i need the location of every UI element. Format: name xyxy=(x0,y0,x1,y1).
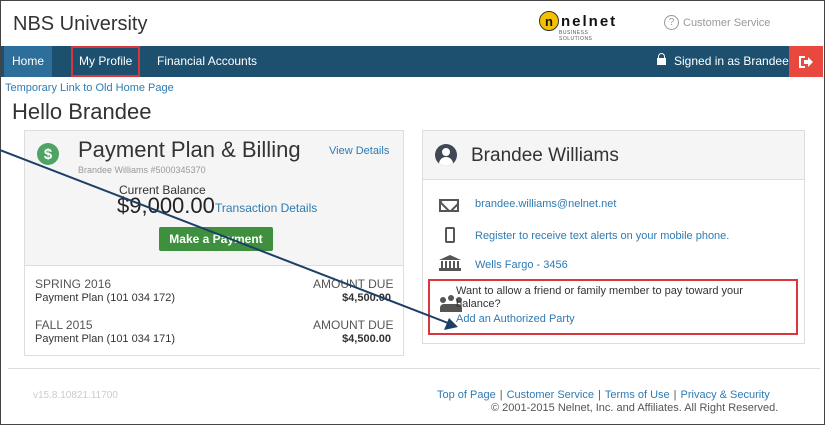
user-icon xyxy=(435,144,457,166)
version-number: v15.8.10821.11700 xyxy=(33,390,118,401)
navbar: Home My Profile Financial Accounts Signe… xyxy=(1,46,823,77)
profile-card: Brandee Williams brandee.williams@nelnet… xyxy=(422,130,805,344)
help-icon: ? xyxy=(664,15,679,30)
payment-plan-link[interactable]: Payment Plan (101 034 171) xyxy=(35,333,175,345)
payment-plan-card: $ Payment Plan & Billing Brandee William… xyxy=(24,130,404,356)
add-authorized-party-link[interactable]: Add an Authorized Party xyxy=(456,313,575,325)
page-title: Hello Brandee xyxy=(12,99,152,124)
sign-out-button[interactable] xyxy=(789,46,823,77)
footer-link-top[interactable]: Top of Page xyxy=(437,389,496,401)
profile-name: Brandee Williams xyxy=(471,145,619,166)
mobile-phone-icon xyxy=(445,227,455,243)
current-balance: $9,000.00 xyxy=(117,193,215,218)
header: NBS University n nelnet BUSINESS SOLUTIO… xyxy=(1,1,824,45)
authorized-party-box: Want to allow a friend or family member … xyxy=(428,279,798,335)
footer-divider xyxy=(8,368,820,369)
amount-due: $4,500.00 xyxy=(342,292,391,304)
payment-summary: $ Payment Plan & Billing Brandee William… xyxy=(25,131,403,266)
signed-in-status: Signed in as Brandee xyxy=(657,46,789,77)
footer-link-customer-service[interactable]: Customer Service xyxy=(507,389,594,401)
transaction-details-link[interactable]: Transaction Details xyxy=(215,201,317,215)
bank-icon xyxy=(439,255,461,271)
footer-link-privacy[interactable]: Privacy & Security xyxy=(681,389,770,401)
authorized-party-question: Want to allow a friend or family member … xyxy=(456,285,743,310)
amount-due-label: AMOUNT DUE xyxy=(313,318,394,332)
envelope-icon xyxy=(439,199,459,212)
bank-account-link[interactable]: Wells Fargo - 3456 xyxy=(475,259,568,271)
nav-financial-accounts[interactable]: Financial Accounts xyxy=(149,46,265,77)
university-name: NBS University xyxy=(13,13,148,35)
account-subtitle: Brandee Williams #5000345370 xyxy=(78,165,206,175)
amount-due-label: AMOUNT DUE xyxy=(313,277,394,291)
profile-header: Brandee Williams xyxy=(423,131,804,180)
make-payment-button[interactable]: Make a Payment xyxy=(159,227,273,251)
lock-icon xyxy=(657,53,666,65)
nav-my-profile[interactable]: My Profile xyxy=(71,46,141,77)
payment-plan-title: Payment Plan & Billing xyxy=(78,137,301,162)
signed-in-label: Signed in as Brandee xyxy=(674,54,789,68)
customer-service-link[interactable]: ? Customer Service xyxy=(664,15,770,30)
term-name: FALL 2015 xyxy=(35,318,93,332)
footer-link-terms[interactable]: Terms of Use xyxy=(605,389,670,401)
nelnet-logo: n nelnet BUSINESS SOLUTIONS xyxy=(539,11,618,42)
email-link[interactable]: brandee.williams@nelnet.net xyxy=(475,198,616,210)
sign-out-icon xyxy=(799,55,813,68)
old-home-page-link[interactable]: Temporary Link to Old Home Page xyxy=(5,82,174,94)
dollar-icon: $ xyxy=(37,143,59,165)
text-alerts-link[interactable]: Register to receive text alerts on your … xyxy=(475,230,729,242)
footer-links: Top of Page | Customer Service | Terms of Us… xyxy=(437,389,770,401)
logo-subtext: BUSINESS SOLUTIONS xyxy=(559,30,593,42)
nav-home[interactable]: Home xyxy=(4,46,53,77)
customer-service-label: Customer Service xyxy=(683,16,771,29)
payment-plan-link[interactable]: Payment Plan (101 034 172) xyxy=(35,292,175,304)
copyright: © 2001-2015 Nelnet, Inc. and Affiliates.… xyxy=(491,402,779,414)
nelnet-n-icon: n xyxy=(539,11,559,31)
term-name: SPRING 2016 xyxy=(35,277,112,291)
logo-text: nelnet xyxy=(561,12,618,30)
amount-due: $4,500.00 xyxy=(342,333,391,345)
view-details-link[interactable]: View Details xyxy=(329,145,389,157)
